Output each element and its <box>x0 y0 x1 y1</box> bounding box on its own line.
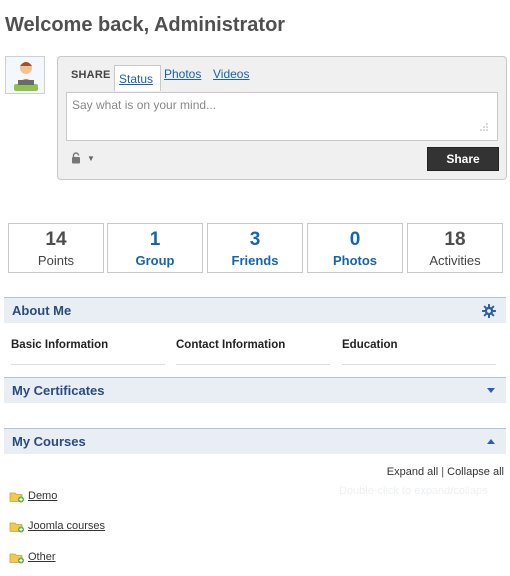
course-label[interactable]: Demo <box>28 490 57 502</box>
collapse-all-link[interactable]: Collapse all <box>447 466 504 478</box>
caret-down-icon: ▼ <box>87 153 95 163</box>
stat-photos[interactable]: 0 Photos <box>307 223 403 273</box>
stat-label: Friends <box>231 253 279 268</box>
status-input[interactable] <box>66 92 498 141</box>
about-col-basic[interactable]: Basic Information <box>11 339 165 365</box>
page-title: Welcome back, Administrator <box>5 14 286 36</box>
share-button[interactable]: Share <box>427 147 499 171</box>
expand-all-link[interactable]: Expand all <box>387 466 438 478</box>
tab-photos[interactable]: Photos <box>164 67 201 81</box>
about-col-contact[interactable]: Contact Information <box>176 339 330 365</box>
folder-add-icon <box>9 520 25 533</box>
courses-header[interactable]: My Courses <box>4 428 506 454</box>
stat-label: Group <box>135 253 175 268</box>
tree-hint: Double-click to expand/collaps <box>339 485 488 497</box>
privacy-selector[interactable]: ▼ <box>71 152 95 164</box>
stat-points: 14 Points <box>8 223 104 273</box>
stat-label: Photos <box>332 253 378 268</box>
stat-value: 3 <box>249 229 261 250</box>
section-title: About Me <box>12 303 72 318</box>
course-label[interactable]: Other <box>28 551 56 563</box>
resize-grip-icon[interactable] <box>478 123 488 132</box>
stat-value: 0 <box>349 229 361 250</box>
caret-down-icon[interactable] <box>486 384 496 398</box>
share-label: SHARE <box>71 69 111 81</box>
about-me-header: About Me <box>4 297 506 323</box>
stat-value: 18 <box>444 229 466 250</box>
course-item-joomla[interactable]: Joomla courses <box>9 520 105 533</box>
course-item-demo[interactable]: Demo <box>9 490 57 503</box>
about-col-education[interactable]: Education <box>342 339 496 365</box>
course-label[interactable]: Joomla courses <box>28 520 105 532</box>
stat-label: Points <box>37 253 75 268</box>
course-item-other[interactable]: Other <box>9 551 56 564</box>
stat-group[interactable]: 1 Group <box>107 223 203 273</box>
stat-label: Activities <box>429 253 481 268</box>
folder-add-icon <box>9 490 25 503</box>
lock-icon <box>71 152 81 164</box>
stats-bar: 14 Points 1 Group 3 Friends 0 Photos 18 … <box>8 223 505 273</box>
caret-up-icon[interactable] <box>486 435 496 449</box>
share-box: SHARE Status Photos Videos ▼ Share <box>57 56 507 180</box>
expand-collapse-links: Expand all | Collapse all <box>387 466 504 478</box>
tab-videos[interactable]: Videos <box>213 67 249 81</box>
stat-value: 1 <box>149 229 161 250</box>
gear-icon[interactable] <box>482 304 496 321</box>
stat-friends[interactable]: 3 Friends <box>207 223 303 273</box>
certificates-header[interactable]: My Certificates <box>4 377 506 403</box>
stat-value: 14 <box>45 229 67 250</box>
section-title: My Certificates <box>12 383 105 398</box>
section-title: My Courses <box>12 434 86 449</box>
tab-status[interactable]: Status <box>114 65 161 91</box>
folder-add-icon <box>9 551 25 564</box>
avatar[interactable] <box>5 56 45 94</box>
stat-activities: 18 Activities <box>407 223 503 273</box>
